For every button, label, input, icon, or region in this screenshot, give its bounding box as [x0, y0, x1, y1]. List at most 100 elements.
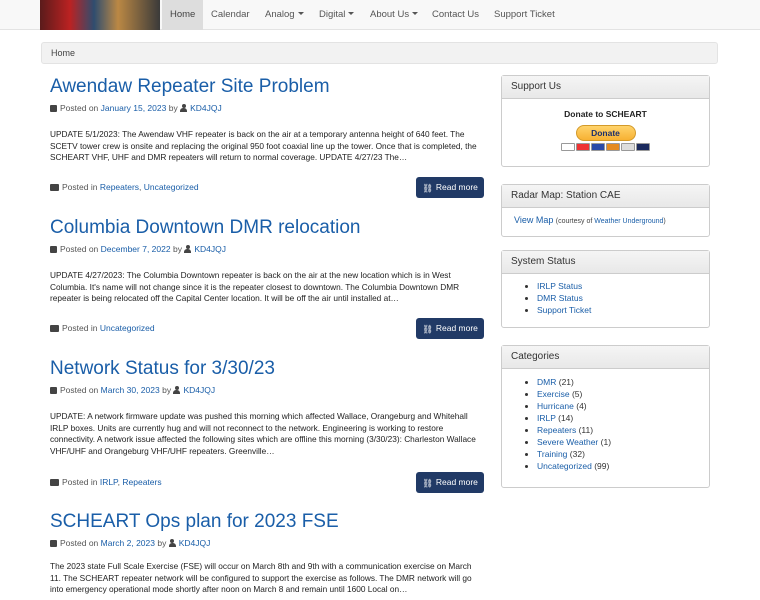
donate-button[interactable]: Donate [575, 125, 636, 141]
user-icon [168, 539, 176, 547]
post-date-link[interactable]: March 2, 2023 [101, 538, 155, 548]
nav-digital-label: Digital [319, 9, 346, 20]
author-link[interactable]: KD4JQJ [179, 538, 211, 548]
user-icon [180, 104, 188, 112]
category-uncategorized-link[interactable]: Uncategorized [537, 461, 592, 471]
nav-digital[interactable]: Digital [319, 0, 355, 30]
list-item: DMR Status [537, 292, 697, 304]
visa-icon [561, 143, 575, 151]
post-date-link[interactable]: January 15, 2023 [101, 103, 167, 113]
post-date-link[interactable]: March 30, 2023 [101, 385, 160, 395]
posted-in-label: Posted in [62, 477, 98, 487]
by-label: by [162, 385, 172, 395]
radar-map-body: View Map (courtesy of Weather Undergroun… [502, 208, 709, 231]
radar-credit-pre: (courtesy of [555, 218, 595, 225]
category-training-link[interactable]: Training [537, 449, 567, 459]
nav-analog[interactable]: Analog [265, 0, 304, 30]
post-categories: Posted in Repeaters, Uncategorized [50, 182, 199, 192]
list-item: Uncategorized (99) [537, 460, 697, 472]
categories-title: Categories [502, 346, 709, 369]
category-dmr-link[interactable]: DMR [537, 377, 556, 387]
nav-contact-label: Contact Us [432, 9, 479, 20]
calendar-icon [50, 540, 57, 547]
posted-on-label: Posted on [60, 385, 99, 395]
category-exercise-link[interactable]: Exercise [537, 389, 570, 399]
category-count: (32) [569, 449, 585, 459]
nav-analog-label: Analog [265, 9, 295, 20]
list-item: IRLP (14) [537, 412, 697, 424]
mastercard-icon [576, 143, 590, 151]
support-us-title: Support Us [502, 76, 709, 99]
list-item: IRLP Status [537, 280, 697, 292]
post-meta: Posted on March 2, 2023 by KD4JQJ [50, 538, 484, 548]
category-link[interactable]: IRLP [100, 477, 118, 487]
caret-down-icon [297, 12, 304, 15]
read-more-button[interactable]: ⛓ Read more [416, 318, 484, 339]
posted-on-label: Posted on [60, 538, 99, 548]
nav-about-label: About Us [370, 9, 410, 20]
dmr-status-link[interactable]: DMR Status [537, 293, 583, 303]
irlp-status-link[interactable]: IRLP Status [537, 281, 582, 291]
list-item: Severe Weather (1) [537, 436, 697, 448]
post-title[interactable]: Network Status for 3/30/23 [50, 358, 275, 379]
system-status-body: IRLP Status DMR Status Support Ticket [502, 274, 709, 322]
list-item: Support Ticket [537, 304, 697, 316]
author-link[interactable]: KD4JQJ [183, 385, 215, 395]
calendar-icon [50, 387, 57, 394]
link-icon: ⛓ [422, 478, 433, 488]
post-title[interactable]: SCHEART Ops plan for 2023 FSE [50, 511, 339, 532]
nav-contact-us[interactable]: Contact Us [432, 0, 479, 30]
nav-home[interactable]: Home [162, 0, 204, 30]
category-severe-weather-link[interactable]: Severe Weather [537, 437, 598, 447]
post-date-link[interactable]: December 7, 2022 [101, 244, 171, 254]
top-navbar: Home Calendar Analog Digital About Us Co… [0, 0, 760, 30]
list-item: Training (32) [537, 448, 697, 460]
category-link[interactable]: Repeaters [122, 477, 161, 487]
nav-about-us[interactable]: About Us [370, 0, 419, 30]
posted-in-label: Posted in [62, 323, 98, 333]
author-link[interactable]: KD4JQJ [190, 103, 222, 113]
caret-down-icon [348, 12, 355, 15]
post-title[interactable]: Awendaw Repeater Site Problem [50, 76, 330, 97]
read-more-button[interactable]: ⛓ Read more [416, 177, 484, 198]
category-count: (99) [594, 461, 610, 471]
post-excerpt: The 2023 state Full Scale Exercise (FSE)… [50, 561, 472, 594]
support-us-widget: Support Us Donate to SCHEART Donate [501, 75, 710, 167]
category-link[interactable]: Repeaters [100, 182, 139, 192]
categories-list: DMR (21) Exercise (5) Hurricane (4) IRLP… [514, 376, 697, 472]
support-ticket-link[interactable]: Support Ticket [537, 305, 591, 315]
system-status-widget: System Status IRLP Status DMR Status Sup… [501, 250, 710, 328]
calendar-icon [50, 105, 57, 112]
post: Columbia Downtown DMR relocation Posted … [50, 216, 484, 339]
category-link[interactable]: Uncategorized [144, 182, 199, 192]
author-link[interactable]: KD4JQJ [194, 244, 226, 254]
category-hurricane-link[interactable]: Hurricane [537, 401, 574, 411]
donate-heading: Donate to SCHEART [564, 109, 647, 119]
post-meta: Posted on March 30, 2023 by KD4JQJ [50, 385, 484, 395]
category-count: (1) [600, 437, 612, 447]
nav-support-label: Support Ticket [494, 9, 555, 20]
list-item: Exercise (5) [537, 388, 697, 400]
nav-calendar[interactable]: Calendar [211, 0, 250, 30]
category-irlp-link[interactable]: IRLP [537, 413, 556, 423]
read-more-button[interactable]: ⛓ Read more [416, 472, 484, 493]
by-label: by [172, 244, 182, 254]
categories-widget: Categories DMR (21) Exercise (5) Hurrica… [501, 345, 710, 488]
post-meta: Posted on December 7, 2022 by KD4JQJ [50, 244, 484, 254]
nav-support-ticket[interactable]: Support Ticket [494, 0, 555, 30]
post-title[interactable]: Columbia Downtown DMR relocation [50, 217, 360, 238]
read-more-label: Read more [435, 477, 478, 487]
post-meta: Posted on January 15, 2023 by KD4JQJ [50, 103, 484, 113]
view-map-link[interactable]: View Map [514, 215, 553, 225]
weather-underground-link[interactable]: Weather Underground [594, 218, 663, 225]
folder-icon [50, 479, 59, 486]
link-icon: ⛓ [422, 324, 433, 334]
posted-on-label: Posted on [60, 103, 99, 113]
post: SCHEART Ops plan for 2023 FSE Posted on … [50, 510, 484, 594]
posted-on-label: Posted on [60, 244, 99, 254]
discover-icon [606, 143, 620, 151]
category-link[interactable]: Uncategorized [100, 323, 155, 333]
by-label: by [168, 103, 178, 113]
site-logo[interactable] [40, 0, 160, 30]
category-repeaters-link[interactable]: Repeaters [537, 425, 576, 435]
